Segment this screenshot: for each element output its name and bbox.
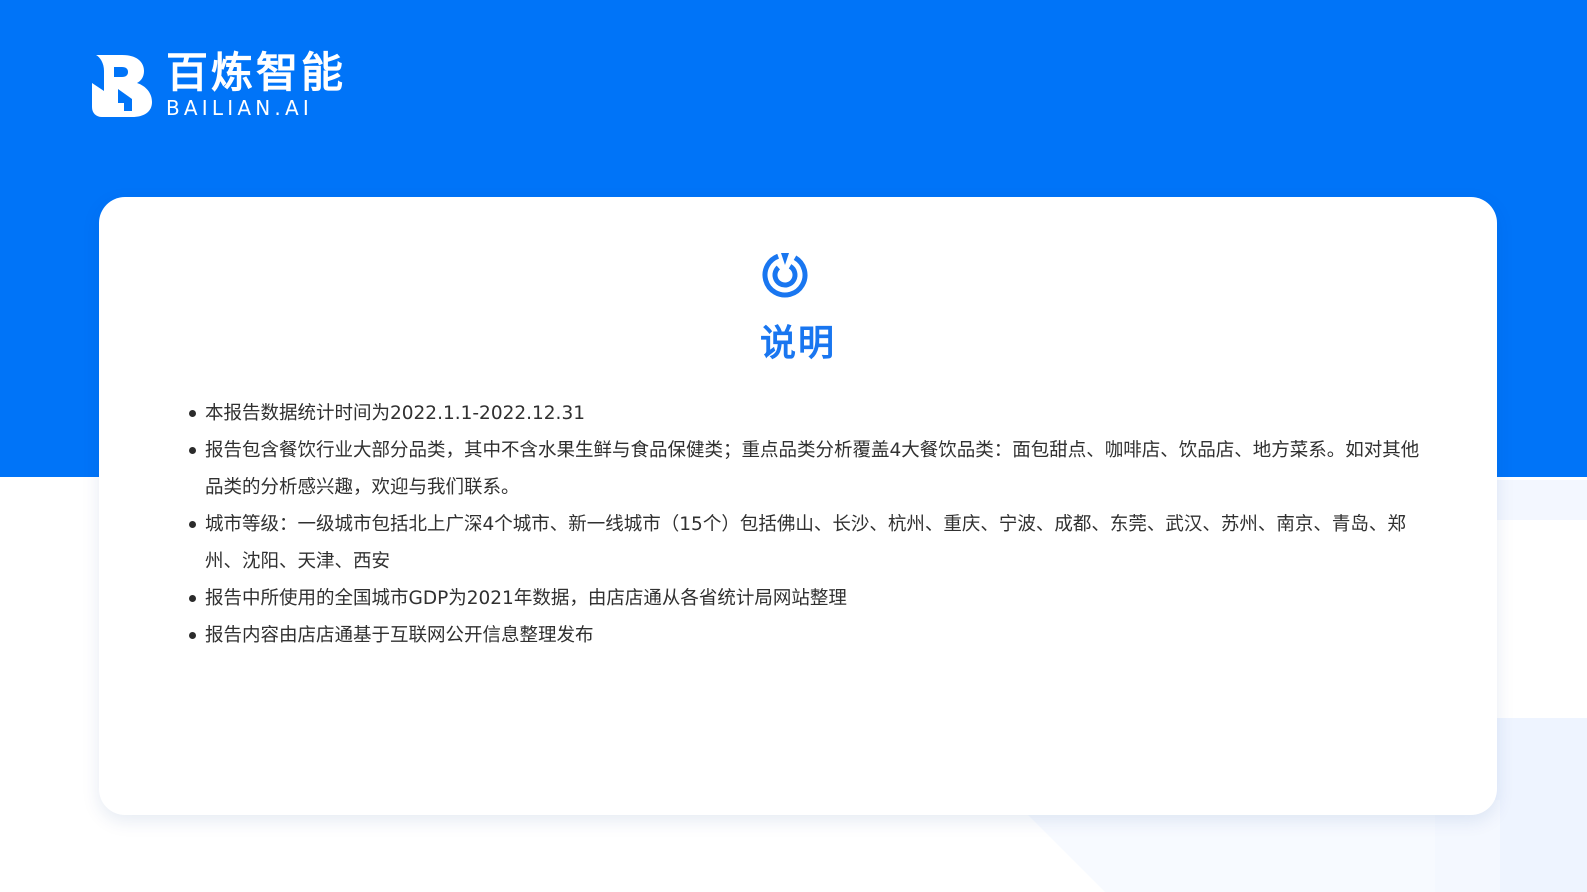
- notes-card: 说明 本报告数据统计时间为2022.1.1-2022.12.31 报告包含餐饮行…: [99, 197, 1497, 815]
- list-item: 城市等级：一级城市包括北上广深4个城市、新一线城市（15个）包括佛山、长沙、杭州…: [187, 506, 1437, 580]
- target-ring-icon: [762, 252, 808, 298]
- brand-name-cn: 百炼智能: [166, 48, 347, 97]
- list-item: 报告内容由店店通基于互联网公开信息整理发布: [187, 617, 1437, 654]
- list-item: 报告中所使用的全国城市GDP为2021年数据，由店店通从各省统计局网站整理: [187, 580, 1437, 617]
- notes-list: 本报告数据统计时间为2022.1.1-2022.12.31 报告包含餐饮行业大部…: [187, 395, 1437, 654]
- bailian-logo-icon: [92, 55, 152, 117]
- list-item: 报告包含餐饮行业大部分品类，其中不含水果生鲜与食品保健类；重点品类分析覆盖4大餐…: [187, 432, 1437, 506]
- background-decoration: [1025, 812, 1105, 892]
- brand-name-en: BAILIAN.AI: [166, 96, 313, 120]
- background-decoration: [1490, 480, 1587, 520]
- background-decoration: [1495, 718, 1587, 892]
- brand-logo: 百炼智能 BAILIAN.AI: [88, 50, 346, 120]
- card-title: 说明: [759, 323, 836, 364]
- list-item: 本报告数据统计时间为2022.1.1-2022.12.31: [187, 395, 1437, 432]
